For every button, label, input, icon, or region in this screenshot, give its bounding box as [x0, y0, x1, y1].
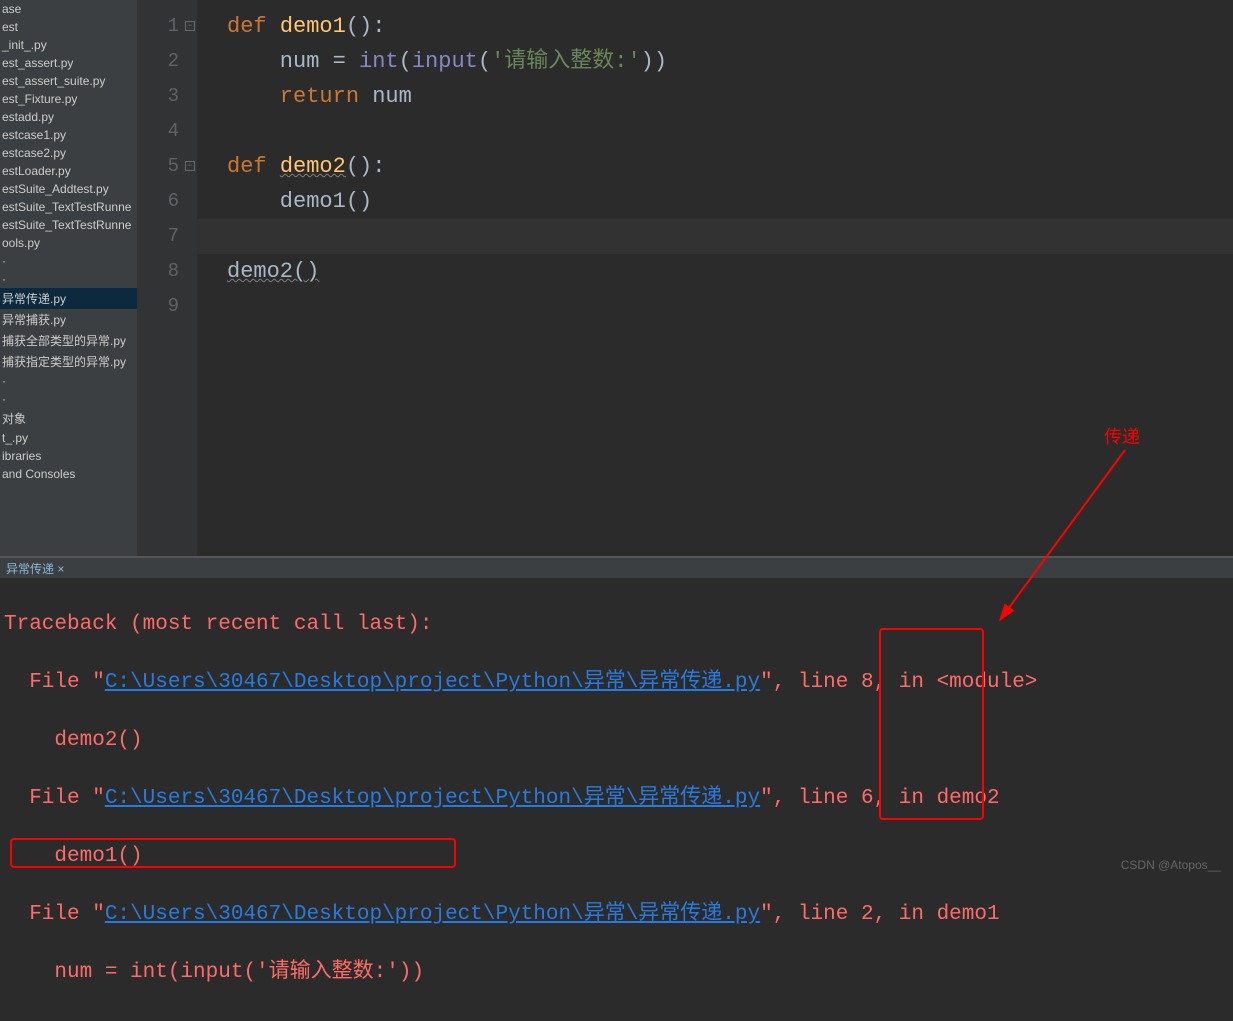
file-item[interactable]: · — [0, 252, 137, 270]
file-item[interactable]: 捕获全部类型的异常.py — [0, 330, 137, 351]
line-number: 9 — [137, 289, 179, 324]
file-link[interactable]: C:\Users\30467\Desktop\project\Python\异常… — [105, 671, 760, 694]
line-number: 3 — [137, 79, 179, 114]
watermark: CSDN @Atopos__ — [1121, 858, 1221, 872]
file-item[interactable]: estSuite_Addtest.py — [0, 180, 137, 198]
file-item[interactable]: estadd.py — [0, 108, 137, 126]
code-line[interactable]: num = int(input('请输入整数:')) — [197, 44, 1233, 79]
file-item-selected[interactable]: 异常传递.py — [0, 288, 137, 309]
file-item[interactable]: · — [0, 372, 137, 390]
code-line-current[interactable] — [197, 219, 1233, 254]
code-line[interactable]: demo2() — [197, 254, 1233, 289]
file-item[interactable]: est_Fixture.py — [0, 90, 137, 108]
file-item[interactable]: est_assert_suite.py — [0, 72, 137, 90]
line-number: 8 — [137, 254, 179, 289]
panel-tab-bar: 异常传递 × — [0, 558, 1233, 578]
file-item[interactable]: ibraries — [0, 447, 137, 465]
file-item[interactable]: estcase1.py — [0, 126, 137, 144]
traceback-line: File "C:\Users\30467\Desktop\project\Pyt… — [4, 781, 1233, 816]
editor-wrap: 1− 2 3 4 5− 6 7 8 9 def demo1(): num = i… — [137, 0, 1233, 556]
file-item[interactable]: est — [0, 18, 137, 36]
traceback-code: num = int(input('请输入整数:')) — [4, 955, 1233, 990]
code-line[interactable]: def demo1(): — [197, 9, 1233, 44]
line-number: 1− — [137, 9, 179, 44]
top-pane: ase est _init_.py est_assert.py est_asse… — [0, 0, 1233, 556]
code-editor[interactable]: 1− 2 3 4 5− 6 7 8 9 def demo1(): num = i… — [137, 0, 1233, 556]
line-number: 2 — [137, 44, 179, 79]
file-item[interactable]: 异常捕获.py — [0, 309, 137, 330]
file-item[interactable]: estSuite_TextTestRunne — [0, 198, 137, 216]
file-item[interactable]: 捕获指定类型的异常.py — [0, 351, 137, 372]
code-line[interactable] — [197, 114, 1233, 149]
file-item[interactable]: · — [0, 390, 137, 408]
file-item[interactable]: _init_.py — [0, 36, 137, 54]
console-output[interactable]: Traceback (most recent call last): File … — [0, 578, 1233, 878]
file-item[interactable]: estSuite_TextTestRunne — [0, 216, 137, 234]
line-number: 7 — [137, 219, 179, 254]
file-item[interactable]: estLoader.py — [0, 162, 137, 180]
file-item[interactable]: ase — [0, 0, 137, 18]
file-item[interactable]: and Consoles — [0, 465, 137, 483]
traceback-line: File "C:\Users\30467\Desktop\project\Pyt… — [4, 665, 1233, 700]
line-number: 6 — [137, 184, 179, 219]
file-item[interactable]: 对象 — [0, 408, 137, 429]
traceback-header: Traceback (most recent call last): — [4, 607, 1233, 642]
gutter: 1− 2 3 4 5− 6 7 8 9 — [137, 0, 197, 556]
file-item[interactable]: ools.py — [0, 234, 137, 252]
file-tree-sidebar[interactable]: ase est _init_.py est_assert.py est_asse… — [0, 0, 137, 556]
code-area[interactable]: def demo1(): num = int(input('请输入整数:')) … — [197, 0, 1233, 556]
fold-icon[interactable]: − — [185, 21, 195, 31]
line-number: 4 — [137, 114, 179, 149]
line-number: 5− — [137, 149, 179, 184]
file-item[interactable]: · — [0, 270, 137, 288]
code-line[interactable]: return num — [197, 79, 1233, 114]
run-tab[interactable]: 异常传递 × — [0, 560, 70, 577]
file-item[interactable]: estcase2.py — [0, 144, 137, 162]
traceback-code: demo2() — [4, 723, 1233, 758]
file-item[interactable]: t_.py — [0, 429, 137, 447]
fold-icon[interactable]: − — [185, 161, 195, 171]
file-item[interactable]: est_assert.py — [0, 54, 137, 72]
traceback-line: File "C:\Users\30467\Desktop\project\Pyt… — [4, 897, 1233, 932]
code-line[interactable] — [197, 289, 1233, 324]
code-line[interactable]: def demo2(): — [197, 149, 1233, 184]
traceback-code: demo1() — [4, 839, 1233, 874]
file-link[interactable]: C:\Users\30467\Desktop\project\Python\异常… — [105, 787, 760, 810]
annotation-label: 传递 — [1104, 423, 1140, 449]
file-link[interactable]: C:\Users\30467\Desktop\project\Python\异常… — [105, 903, 760, 926]
code-line[interactable]: demo1() — [197, 184, 1233, 219]
